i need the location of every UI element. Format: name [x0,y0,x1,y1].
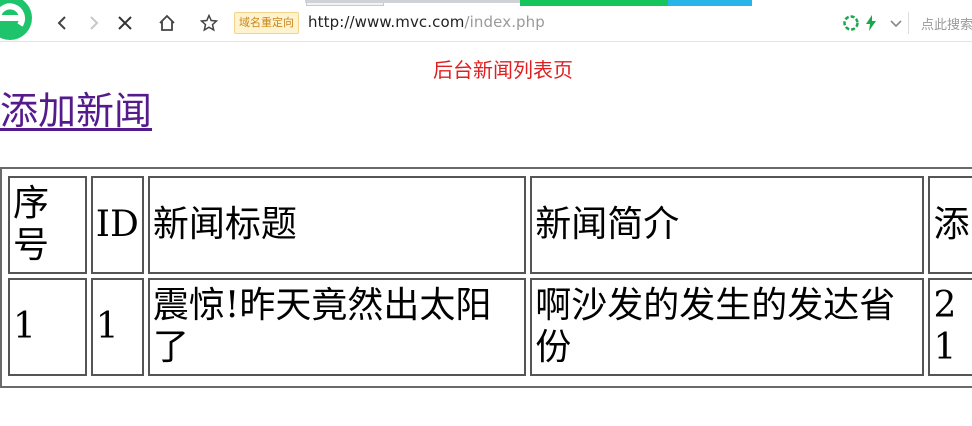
header-index: 序号 [8,176,87,274]
bookmark-button[interactable] [196,10,222,36]
header-id: ID [90,176,144,274]
forward-button[interactable] [81,10,107,36]
toolbar-divider [908,12,909,34]
cell-id: 1 [90,278,144,376]
table-header-row: 序号 ID 新闻标题 新闻简介 添 [8,176,972,274]
cell-added: 21 [928,278,972,376]
close-icon [118,16,132,30]
news-table-container: 序号 ID 新闻标题 新闻简介 添 1 1 震惊!昨天竟然出太阳了 啊沙发的发生… [0,167,972,388]
tab-strip-gray [305,0,520,3]
cell-added-line2: 1 [933,327,957,368]
search-hint[interactable]: 点此搜索 [921,14,972,33]
table-row: 1 1 震惊!昨天竟然出太阳了 啊沙发的发生的发达省份 21 [8,278,972,376]
redirect-badge[interactable]: 域名重定向 [234,12,299,34]
home-button[interactable] [154,10,180,36]
header-title: 新闻标题 [147,176,527,274]
chevron-down-icon[interactable] [887,14,905,32]
star-icon [200,14,218,32]
news-table: 序号 ID 新闻标题 新闻简介 添 1 1 震惊!昨天竟然出太阳了 啊沙发的发生… [4,172,972,380]
url-host: http://www.mvc.com [308,13,465,31]
back-arrow-icon [57,16,66,30]
browser-toolbar: 域名重定向 http://www.mvc.com/index.php 点此搜索 [0,0,972,42]
stop-button[interactable] [112,10,138,36]
cell-title: 震惊!昨天竟然出太阳了 [147,278,527,376]
cell-index: 1 [8,278,87,376]
add-news-link[interactable]: 添加新闻 [0,80,152,135]
url-path: /index.php [464,13,545,31]
lightning-icon[interactable] [862,14,880,32]
security-shield-icon[interactable] [842,14,860,32]
page-title: 后台新闻列表页 [433,58,573,82]
cell-added-line1: 2 [933,285,957,326]
home-icon [159,14,175,31]
header-summary: 新闻简介 [530,176,925,274]
back-button[interactable] [49,10,75,36]
browser-logo-icon [0,0,32,40]
header-added: 添 [928,176,972,274]
cell-summary: 啊沙发的发生的发达省份 [530,278,925,376]
address-bar[interactable]: http://www.mvc.com/index.php [308,13,545,31]
forward-arrow-icon [90,16,99,30]
